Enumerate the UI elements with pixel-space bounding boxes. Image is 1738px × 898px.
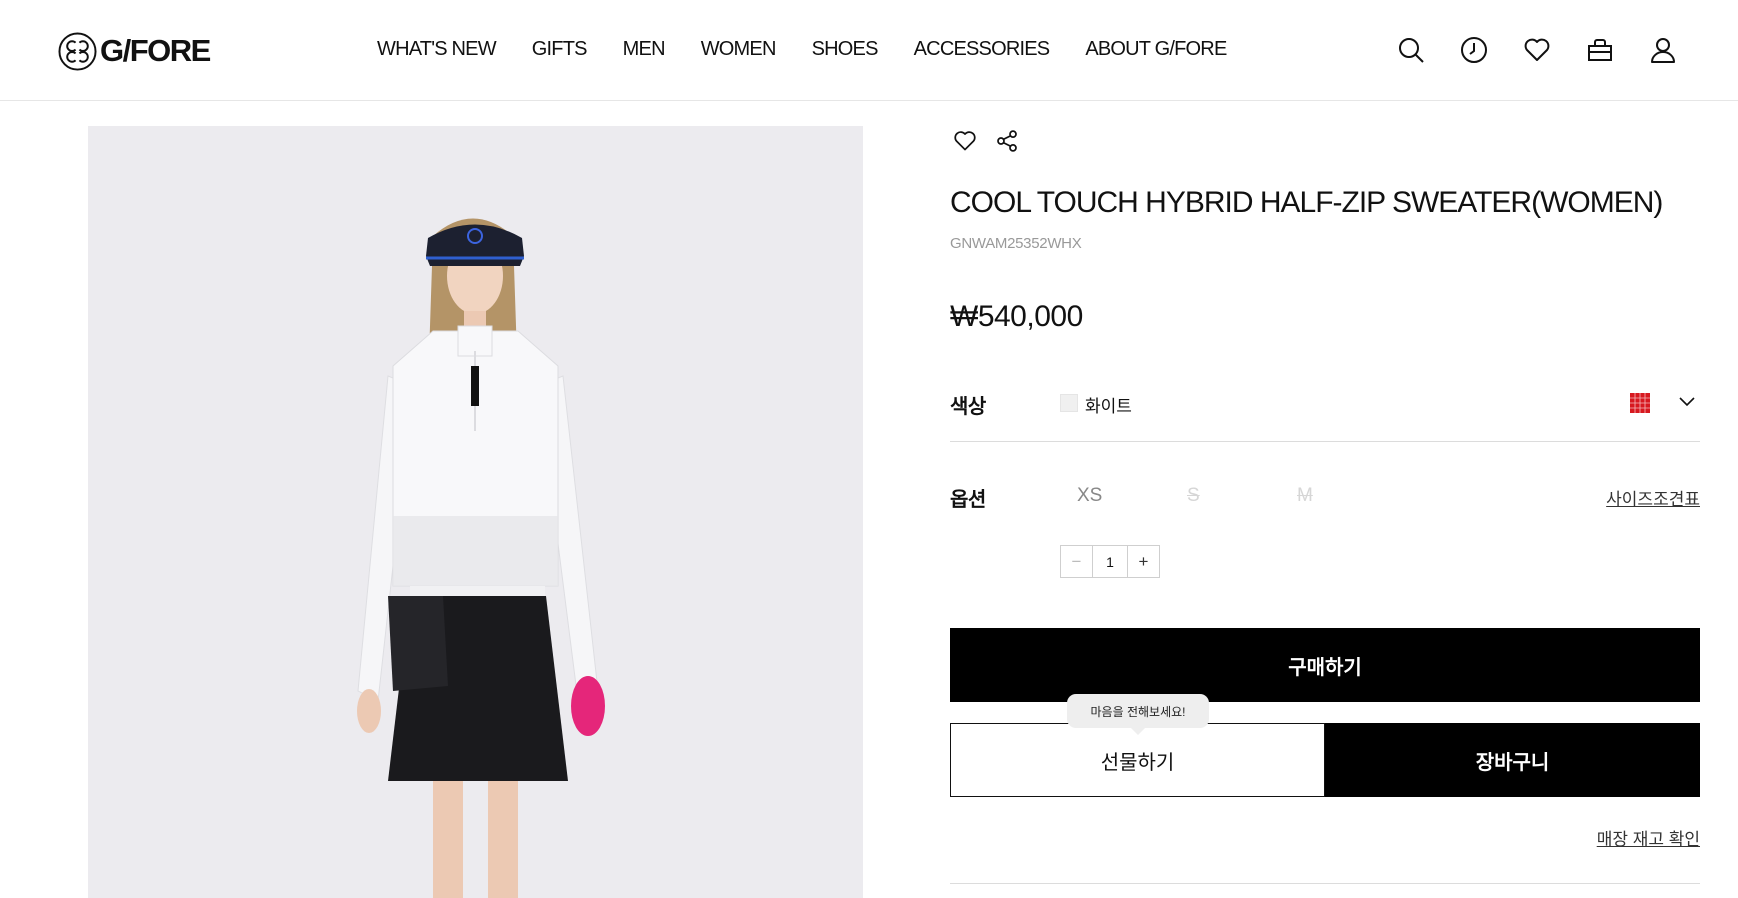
product-price: ₩540,000: [950, 300, 1083, 333]
product-actions: [950, 120, 1700, 162]
heart-icon: [954, 131, 976, 151]
divider: [950, 883, 1700, 884]
product-image[interactable]: [88, 126, 863, 898]
cart-icon: [1588, 39, 1612, 61]
product-title: COOL TOUCH HYBRID HALF-ZIP SWEATER(WOMEN…: [950, 186, 1663, 219]
wishlist-button[interactable]: [1522, 34, 1552, 66]
size-m[interactable]: M: [1297, 485, 1407, 507]
option-label: 옵션: [950, 489, 986, 511]
nav-whats-new[interactable]: WHAT'S NEW: [377, 38, 497, 61]
quantity-minus-button[interactable]: −: [1061, 546, 1092, 577]
header-utilities: [1363, 34, 1678, 66]
nav-men[interactable]: MEN: [623, 38, 666, 61]
product-info: COOL TOUCH HYBRID HALF-ZIP SWEATER(WOMEN…: [950, 120, 1700, 884]
share-button[interactable]: [992, 126, 1022, 156]
color-swatch: [1060, 394, 1078, 412]
add-to-cart-button[interactable]: 장바구니: [1325, 723, 1700, 797]
buy-now-button[interactable]: 구매하기: [950, 628, 1700, 702]
share-icon: [997, 130, 1017, 152]
product-code: GNWAM25352WHX: [950, 235, 1082, 252]
account-icon: [1651, 38, 1675, 63]
size-guide-link[interactable]: 사이즈조견표: [1606, 485, 1700, 510]
size-list: XS S M: [1077, 485, 1407, 507]
brand-logo[interactable]: G/FORE: [58, 30, 211, 72]
color-value: 화이트: [1085, 397, 1132, 416]
nav-gifts[interactable]: GIFTS: [532, 38, 588, 61]
account-button[interactable]: [1648, 34, 1678, 66]
store-stock-link[interactable]: 매장 재고 확인: [1597, 825, 1700, 850]
quantity-value[interactable]: 1: [1092, 546, 1128, 577]
nav-accessories[interactable]: ACCESSORIES: [914, 38, 1050, 61]
size-xs[interactable]: XS: [1077, 485, 1187, 507]
size-s[interactable]: S: [1187, 485, 1297, 507]
quantity-plus-button[interactable]: +: [1128, 546, 1159, 577]
add-wishlist-button[interactable]: [950, 126, 980, 156]
size-option-row: 옵션 XS S M 사이즈조견표: [950, 483, 1700, 523]
color-selector[interactable]: 색상 화이트: [950, 390, 1700, 442]
wishlist-icon: [1524, 38, 1550, 61]
main-nav: WHAT'S NEW GIFTS MEN WOMEN SHOES ACCESSO…: [377, 38, 1263, 61]
recent-view-icon: [1461, 37, 1487, 63]
site-header: G/FORE WHAT'S NEW GIFTS MEN WOMEN SHOES …: [0, 0, 1738, 101]
model-photo: [88, 126, 863, 898]
recent-view-button[interactable]: [1459, 34, 1489, 66]
search-button[interactable]: [1396, 34, 1426, 66]
nav-about[interactable]: ABOUT G/FORE: [1085, 38, 1227, 61]
cart-button[interactable]: [1585, 34, 1615, 66]
logo-mark-icon: [58, 31, 97, 71]
color-label: 색상: [950, 396, 986, 418]
chevron-down-icon[interactable]: [1678, 395, 1696, 409]
search-icon: [1399, 38, 1424, 63]
nav-women[interactable]: WOMEN: [701, 38, 777, 61]
logo-text: G/FORE: [100, 33, 211, 68]
gift-tooltip: 마음을 전해보세요!: [1067, 694, 1209, 735]
nav-shoes[interactable]: SHOES: [812, 38, 879, 61]
quantity-stepper: − 1 +: [1060, 545, 1160, 578]
color-chip-icon: [1630, 393, 1650, 413]
